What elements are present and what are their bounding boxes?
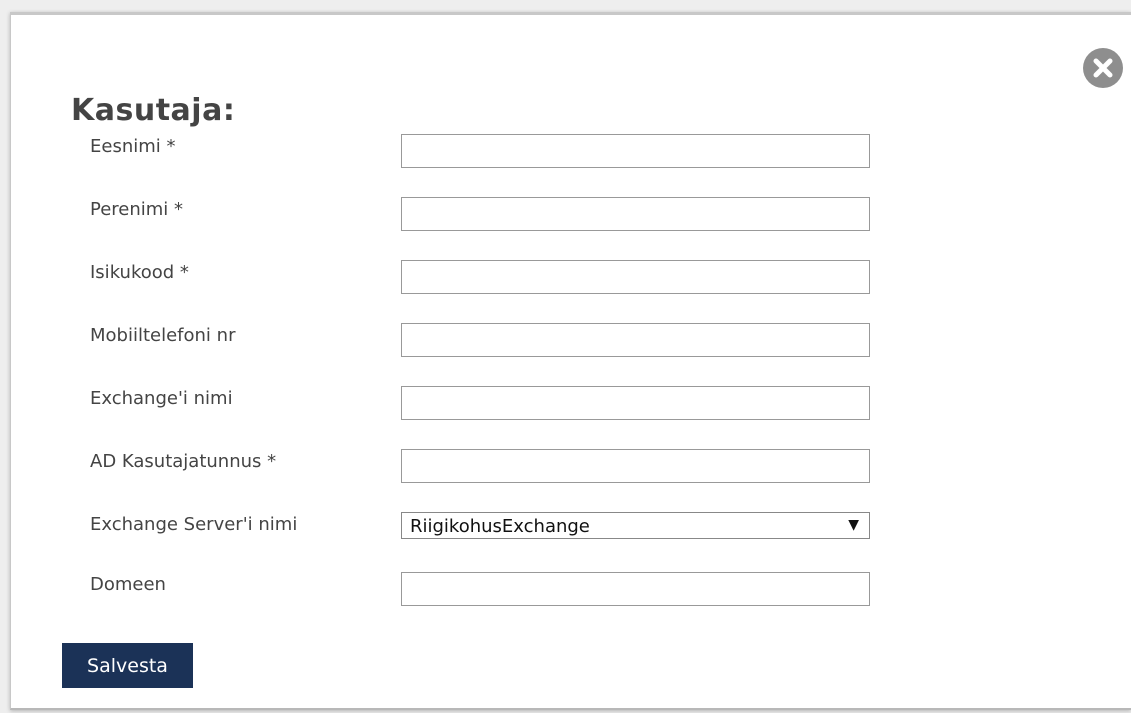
perenimi-input[interactable] [401, 197, 870, 231]
form-row-ad-kasutajatunnus: AD Kasutajatunnus * [11, 449, 1131, 483]
isikukood-label: Isikukood * [90, 262, 189, 283]
user-dialog: Kasutaja: Eesnimi * Perenimi * Isikukood… [10, 12, 1131, 710]
ad-kasutajatunnus-label: AD Kasutajatunnus * [90, 451, 277, 472]
exchange-server-selected-value: RiigikohusExchange [410, 516, 590, 537]
eesnimi-label: Eesnimi * [90, 136, 176, 157]
perenimi-label: Perenimi * [90, 199, 184, 220]
exchange-nimi-input[interactable] [401, 386, 870, 420]
domeen-label: Domeen [90, 574, 166, 595]
dialog-title: Kasutaja: [71, 93, 236, 128]
eesnimi-input[interactable] [401, 134, 870, 168]
form-row-perenimi: Perenimi * [11, 197, 1131, 231]
form-row-isikukood: Isikukood * [11, 260, 1131, 294]
save-button[interactable]: Salvesta [62, 643, 193, 688]
form-row-exchange-nimi: Exchange'i nimi [11, 386, 1131, 420]
form-row-mobiiltelefon: Mobiiltelefoni nr [11, 323, 1131, 357]
form-row-exchange-server: Exchange Server'i nimi RiigikohusExchang… [11, 512, 1131, 546]
exchange-server-select[interactable]: RiigikohusExchange ▼ [401, 512, 870, 539]
mobiiltelefon-input[interactable] [401, 323, 870, 357]
close-button[interactable] [1083, 48, 1123, 88]
exchange-nimi-label: Exchange'i nimi [90, 388, 233, 409]
form-row-eesnimi: Eesnimi * [11, 134, 1131, 168]
close-icon [1093, 58, 1113, 78]
isikukood-input[interactable] [401, 260, 870, 294]
ad-kasutajatunnus-input[interactable] [401, 449, 870, 483]
dropdown-arrow-icon: ▼ [848, 517, 859, 533]
domeen-input[interactable] [401, 572, 870, 606]
mobiiltelefon-label: Mobiiltelefoni nr [90, 325, 236, 346]
exchange-server-label: Exchange Server'i nimi [90, 514, 298, 535]
form-row-domeen: Domeen [11, 572, 1131, 606]
